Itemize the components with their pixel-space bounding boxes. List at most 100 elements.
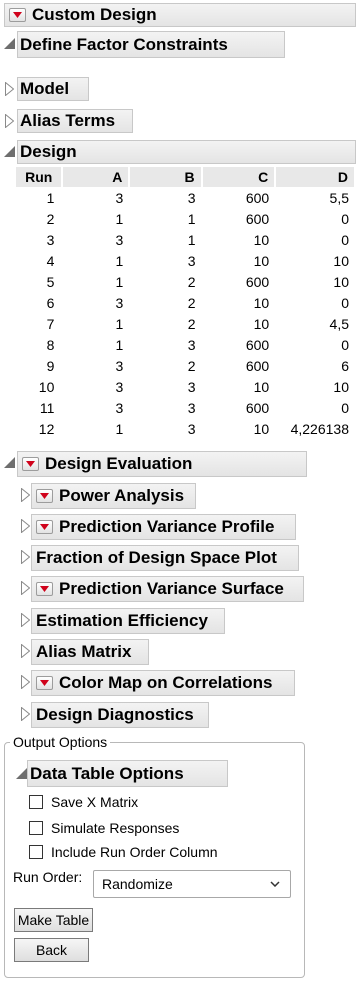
table-row[interactable]: 3 3 1 10 0 [16, 229, 355, 250]
table-cell[interactable]: 3 [129, 397, 201, 418]
table-cell[interactable]: 2 [16, 208, 62, 229]
table-cell[interactable]: 5 [16, 271, 62, 292]
design-evaluation-item[interactable]: Fraction of Design Space Plot [31, 545, 299, 571]
table-cell[interactable]: 600 [202, 187, 276, 208]
table-cell[interactable]: 1 [62, 418, 129, 439]
table-row[interactable]: 7 1 2 10 4,5 [16, 313, 355, 334]
table-cell[interactable]: 1 [62, 250, 129, 271]
red-triangle-menu-icon[interactable] [36, 582, 53, 596]
table-cell[interactable]: 1 [62, 271, 129, 292]
red-triangle-menu-icon[interactable] [22, 457, 39, 471]
disclosure-closed-icon[interactable] [21, 550, 30, 564]
table-cell[interactable]: 1 [62, 334, 129, 355]
red-triangle-menu-icon[interactable] [9, 8, 26, 22]
table-cell[interactable]: 0 [275, 208, 355, 229]
table-cell[interactable]: 11 [16, 397, 62, 418]
table-cell[interactable]: 3 [16, 229, 62, 250]
checkbox-box[interactable] [29, 821, 43, 835]
table-cell[interactable]: 4,226138 [275, 418, 355, 439]
table-cell[interactable]: 4,5 [275, 313, 355, 334]
disclosure-open-icon[interactable] [4, 457, 15, 468]
checkbox-include-run-order-column[interactable]: Include Run Order Column [29, 844, 218, 860]
table-cell[interactable]: 10 [275, 376, 355, 397]
make-table-button[interactable]: Make Table [14, 908, 93, 932]
table-cell[interactable]: 600 [202, 397, 276, 418]
disclosure-closed-icon[interactable] [5, 82, 14, 96]
table-cell[interactable]: 12 [16, 418, 62, 439]
table-cell[interactable]: 10 [202, 250, 276, 271]
design-evaluation-item[interactable]: Prediction Variance Surface [31, 576, 304, 602]
table-cell[interactable]: 3 [62, 397, 129, 418]
custom-design-header[interactable]: Custom Design [4, 3, 356, 27]
design-evaluation-item[interactable]: Power Analysis [31, 483, 196, 509]
table-cell[interactable]: 2 [129, 313, 201, 334]
table-cell[interactable]: 5,5 [275, 187, 355, 208]
table-cell[interactable]: 9 [16, 355, 62, 376]
checkbox-simulate-responses[interactable]: Simulate Responses [29, 820, 179, 836]
table-cell[interactable]: 4 [16, 250, 62, 271]
table-cell[interactable]: 1 [62, 313, 129, 334]
table-cell[interactable]: 10 [202, 418, 276, 439]
disclosure-closed-icon[interactable] [21, 519, 30, 533]
design-header[interactable]: Design [17, 140, 356, 164]
table-cell[interactable]: 3 [62, 187, 129, 208]
disclosure-closed-icon[interactable] [21, 613, 30, 627]
table-cell[interactable]: 3 [62, 355, 129, 376]
table-cell[interactable]: 600 [202, 334, 276, 355]
table-cell[interactable]: 1 [62, 208, 129, 229]
table-cell[interactable]: 3 [62, 376, 129, 397]
table-cell[interactable]: 7 [16, 313, 62, 334]
table-cell[interactable]: 0 [275, 292, 355, 313]
table-row[interactable]: 5 1 2 600 10 [16, 271, 355, 292]
table-cell[interactable]: 1 [129, 229, 201, 250]
model-header[interactable]: Model [17, 77, 89, 101]
table-cell[interactable]: 3 [129, 250, 201, 271]
table-cell[interactable]: 1 [129, 208, 201, 229]
column-header-b[interactable]: B [129, 167, 203, 187]
table-cell[interactable]: 3 [129, 187, 201, 208]
table-cell[interactable]: 0 [275, 229, 355, 250]
table-row[interactable]: 12 1 3 10 4,226138 [16, 418, 355, 439]
design-evaluation-item[interactable]: Alias Matrix [31, 639, 149, 665]
table-cell[interactable]: 3 [129, 418, 201, 439]
table-cell[interactable]: 3 [129, 376, 201, 397]
table-cell[interactable]: 600 [202, 271, 276, 292]
data-table-options-header[interactable]: Data Table Options [27, 760, 228, 787]
table-cell[interactable]: 10 [202, 313, 276, 334]
disclosure-closed-icon[interactable] [21, 644, 30, 658]
table-cell[interactable]: 3 [129, 334, 201, 355]
disclosure-closed-icon[interactable] [21, 581, 30, 595]
table-cell[interactable]: 10 [202, 229, 276, 250]
red-triangle-menu-icon[interactable] [36, 676, 53, 690]
disclosure-open-icon[interactable] [16, 768, 27, 779]
define-factor-constraints-header[interactable]: Define Factor Constraints [17, 31, 285, 58]
run-order-select[interactable]: Randomize [93, 870, 291, 898]
table-cell[interactable]: 10 [16, 376, 62, 397]
table-row[interactable]: 10 3 3 10 10 [16, 376, 355, 397]
table-cell[interactable]: 3 [62, 229, 129, 250]
disclosure-closed-icon[interactable] [5, 114, 14, 128]
table-cell[interactable]: 8 [16, 334, 62, 355]
red-triangle-menu-icon[interactable] [36, 520, 53, 534]
table-cell[interactable]: 10 [275, 250, 355, 271]
table-cell[interactable]: 600 [202, 355, 276, 376]
table-cell[interactable]: 6 [275, 355, 355, 376]
disclosure-open-icon[interactable] [4, 38, 15, 49]
disclosure-closed-icon[interactable] [21, 707, 30, 721]
disclosure-open-icon[interactable] [4, 146, 15, 157]
design-evaluation-item[interactable]: Color Map on Correlations [31, 670, 295, 696]
column-header-d[interactable]: D [275, 167, 356, 187]
column-header-c[interactable]: C [201, 167, 277, 187]
red-triangle-menu-icon[interactable] [36, 489, 53, 503]
design-evaluation-header[interactable]: Design Evaluation [17, 451, 307, 477]
design-evaluation-item[interactable]: Estimation Efficiency [31, 608, 225, 634]
column-header-run[interactable]: Run [16, 167, 64, 187]
design-evaluation-item[interactable]: Design Diagnostics [31, 702, 209, 728]
column-header-a[interactable]: A [62, 167, 131, 187]
table-cell[interactable]: 10 [275, 271, 355, 292]
table-cell[interactable]: 2 [129, 271, 201, 292]
alias-terms-header[interactable]: Alias Terms [17, 109, 133, 133]
checkbox-box[interactable] [29, 795, 43, 809]
back-button[interactable]: Back [14, 938, 89, 962]
table-cell[interactable]: 0 [275, 334, 355, 355]
